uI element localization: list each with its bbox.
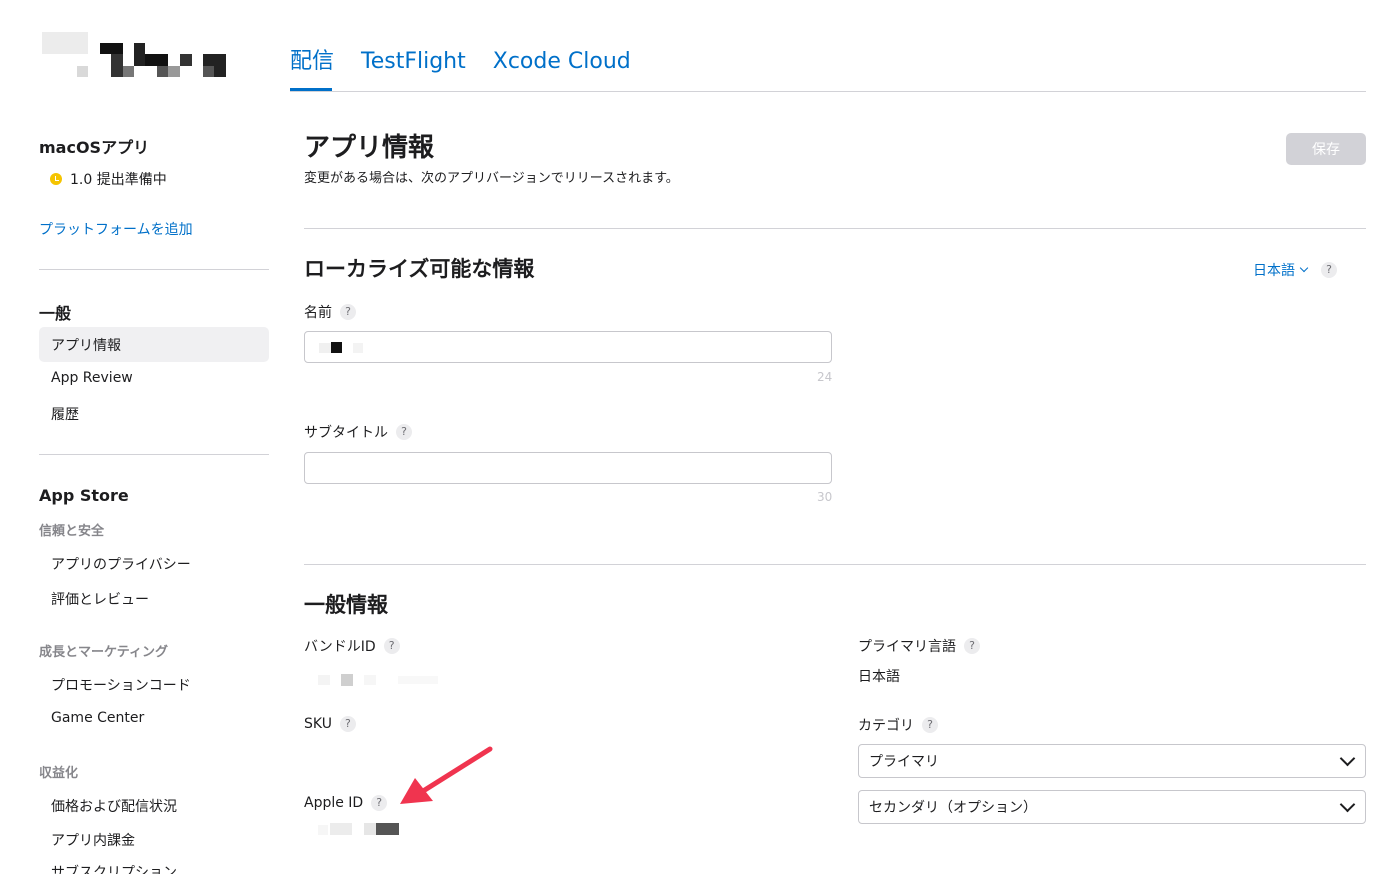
section-divider <box>304 564 1366 565</box>
subtitle-char-counter: 30 <box>817 490 833 504</box>
localizable-section-title: ローカライズ可能な情報 <box>304 257 535 281</box>
help-icon[interactable]: ? <box>964 638 980 654</box>
sidebar-item-ratings-reviews[interactable]: 評価とレビュー <box>51 589 149 609</box>
apple-id-label-row: Apple ID ? <box>304 795 388 811</box>
primary-language-label-row: プライマリ言語 ? <box>858 636 980 656</box>
category-label-row: カテゴリ ? <box>858 715 938 735</box>
name-label: 名前 <box>304 305 332 321</box>
help-icon[interactable]: ? <box>396 424 412 440</box>
help-icon[interactable]: ? <box>340 304 356 320</box>
section-divider <box>304 228 1366 229</box>
chevron-down-icon <box>1339 796 1356 813</box>
tab-testflight[interactable]: TestFlight <box>361 44 466 80</box>
help-icon[interactable]: ? <box>339 716 356 732</box>
bundle-id-label: バンドルID <box>304 639 376 655</box>
top-nav: 配信 TestFlight Xcode Cloud <box>290 44 658 80</box>
sidebar-item-history[interactable]: 履歴 <box>51 404 79 424</box>
name-label-row: 名前 ? <box>304 302 356 322</box>
sidebar-item-app-info[interactable]: アプリ情報 <box>51 335 121 355</box>
name-input[interactable] <box>304 331 832 363</box>
sidebar-group-monetization: 収益化 <box>39 766 79 781</box>
primary-language-label: プライマリ言語 <box>858 639 956 655</box>
primary-language-value: 日本語 <box>858 669 900 685</box>
clock-status-icon <box>50 173 62 185</box>
sidebar-divider <box>39 454 269 455</box>
redacted-text <box>319 343 331 353</box>
sidebar-version-status[interactable]: 1.0 提出準備中 <box>50 169 167 189</box>
annotation-arrow-icon <box>400 746 493 804</box>
general-info-section-title: 一般情報 <box>304 593 388 617</box>
sku-label-row: SKU ? <box>304 716 356 732</box>
sidebar-item-promo-codes[interactable]: プロモーションコード <box>51 675 191 695</box>
sku-label: SKU <box>304 716 332 732</box>
page-description: 変更がある場合は、次のアプリバージョンでリリースされます。 <box>304 171 679 186</box>
primary-category-value: プライマリ <box>869 754 939 770</box>
nav-divider <box>290 91 1366 92</box>
sidebar-section-app-store: App Store <box>39 486 129 505</box>
add-platform-link[interactable]: プラットフォームを追加 <box>39 219 193 239</box>
help-icon[interactable]: ? <box>1321 262 1337 278</box>
help-icon[interactable]: ? <box>383 638 400 654</box>
primary-category-select[interactable]: プライマリ <box>858 744 1366 778</box>
sidebar-item-subscriptions[interactable]: サブスクリプション <box>51 862 177 874</box>
sidebar-item-in-app-purchases[interactable]: アプリ内課金 <box>51 830 135 850</box>
apple-id-label: Apple ID <box>304 795 364 811</box>
sidebar-item-app-review[interactable]: App Review <box>51 370 133 386</box>
sidebar-app-title: macOSアプリ <box>39 138 150 157</box>
secondary-category-select[interactable]: セカンダリ（オプション） <box>858 790 1366 824</box>
sidebar-group-trust-safety: 信頼と安全 <box>39 524 105 539</box>
chevron-down-icon <box>1339 750 1356 767</box>
tab-distribution[interactable]: 配信 <box>290 44 334 80</box>
redacted-text <box>331 342 342 353</box>
sidebar-divider <box>39 269 269 270</box>
language-selector[interactable]: 日本語 ? <box>1253 260 1337 280</box>
tab-xcode-cloud[interactable]: Xcode Cloud <box>493 44 631 80</box>
sidebar-item-pricing[interactable]: 価格および配信状況 <box>51 796 177 816</box>
sidebar-item-game-center[interactable]: Game Center <box>51 710 144 726</box>
save-button[interactable]: 保存 <box>1286 133 1366 165</box>
secondary-category-value: セカンダリ（オプション） <box>869 800 1037 816</box>
name-char-counter: 24 <box>817 370 833 384</box>
status-text: 1.0 提出準備中 <box>70 172 167 188</box>
subtitle-label-row: サブタイトル ? <box>304 422 412 442</box>
subtitle-label: サブタイトル <box>304 425 388 441</box>
page-title: アプリ情報 <box>304 133 435 163</box>
subtitle-input[interactable] <box>304 452 832 484</box>
language-selector-label: 日本語 <box>1253 263 1295 279</box>
redacted-text <box>353 343 363 353</box>
sidebar-item-app-privacy[interactable]: アプリのプライバシー <box>51 554 191 574</box>
bundle-id-label-row: バンドルID ? <box>304 636 400 656</box>
chevron-down-icon <box>1299 263 1309 273</box>
category-label: カテゴリ <box>858 718 914 734</box>
sidebar-group-growth-marketing: 成長とマーケティング <box>39 645 168 660</box>
help-icon[interactable]: ? <box>922 717 938 733</box>
help-icon[interactable]: ? <box>371 795 388 811</box>
sidebar-section-general: 一般 <box>39 304 72 323</box>
